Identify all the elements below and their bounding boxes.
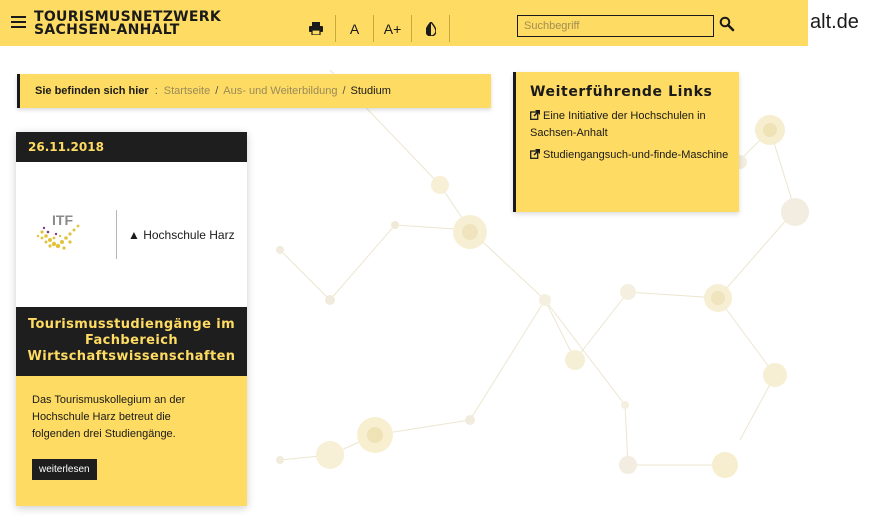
font-size-larger-button[interactable]: A+ [374, 15, 412, 42]
external-link-study-finder[interactable]: Studiengangsuch-und-finde-Maschine [530, 147, 731, 164]
url-fragment: alt.de [810, 11, 859, 33]
brand-line-2: SACHSEN-ANHALT [34, 22, 180, 38]
breadcrumb-link-education[interactable]: Aus- und Weiterbildung [223, 85, 337, 97]
search-icon [719, 16, 735, 32]
search-input[interactable] [518, 16, 713, 36]
news-title-text: Tourismusstudiengänge im Fachbereich Wir… [27, 317, 236, 364]
breadcrumb-link-home[interactable]: Startseite [164, 85, 210, 97]
external-link-label: Eine Initiative der Hochschulen in Sachs… [530, 110, 706, 139]
news-title[interactable]: Tourismusstudiengänge im Fachbereich Wir… [16, 307, 247, 376]
itf-logo: ITF [36, 212, 80, 250]
further-links-box: Weiterführende Links Eine Initiative der… [513, 72, 739, 212]
breadcrumb: Sie befinden sich hier : Startseite / Au… [17, 74, 491, 108]
contrast-icon [425, 21, 436, 36]
news-teaser: Das Tourismuskollegium an der Hochschule… [32, 394, 186, 440]
accessibility-toolbar: A A+ [296, 15, 450, 42]
site-logo[interactable]: TOURISMUSNETZWERK SACHSEN-ANHALT [34, 10, 221, 38]
print-button[interactable] [296, 15, 336, 42]
further-links-title: Weiterführende Links [530, 84, 713, 100]
external-link-universities[interactable]: Eine Initiative der Hochschulen in Sachs… [530, 108, 731, 142]
external-link-label: Studiengangsuch-und-finde-Maschine [543, 149, 729, 161]
contrast-button[interactable] [412, 15, 450, 42]
external-link-icon [530, 110, 540, 120]
menu-icon[interactable] [11, 16, 26, 28]
breadcrumb-slash: / [215, 85, 219, 97]
read-more-button[interactable]: weiterlesen [32, 459, 97, 480]
print-icon [308, 22, 323, 35]
news-date: 26.11.2018 [16, 132, 247, 162]
logo-divider [116, 210, 117, 259]
breadcrumb-current: Studium [350, 85, 391, 97]
breadcrumb-label: Sie befinden sich hier [35, 85, 149, 97]
news-body: Das Tourismuskollegium an der Hochschule… [16, 376, 247, 506]
breadcrumb-slash: / [342, 85, 346, 97]
site-header: TOURISMUSNETZWERK SACHSEN-ANHALT A A+ [0, 0, 808, 46]
news-card: 26.11.2018 ITF ▲ Hochschule Harz Tourism… [16, 132, 247, 506]
news-image[interactable]: ITF ▲ Hochschule Harz [16, 162, 247, 307]
font-size-normal-button[interactable]: A [336, 15, 374, 42]
search-button[interactable] [719, 16, 739, 36]
search-field [517, 15, 714, 37]
svg-text:ITF: ITF [52, 212, 73, 228]
breadcrumb-separator: : [154, 85, 158, 97]
hochschule-harz-logo: ▲ Hochschule Harz [128, 228, 235, 242]
external-link-icon [530, 149, 540, 159]
